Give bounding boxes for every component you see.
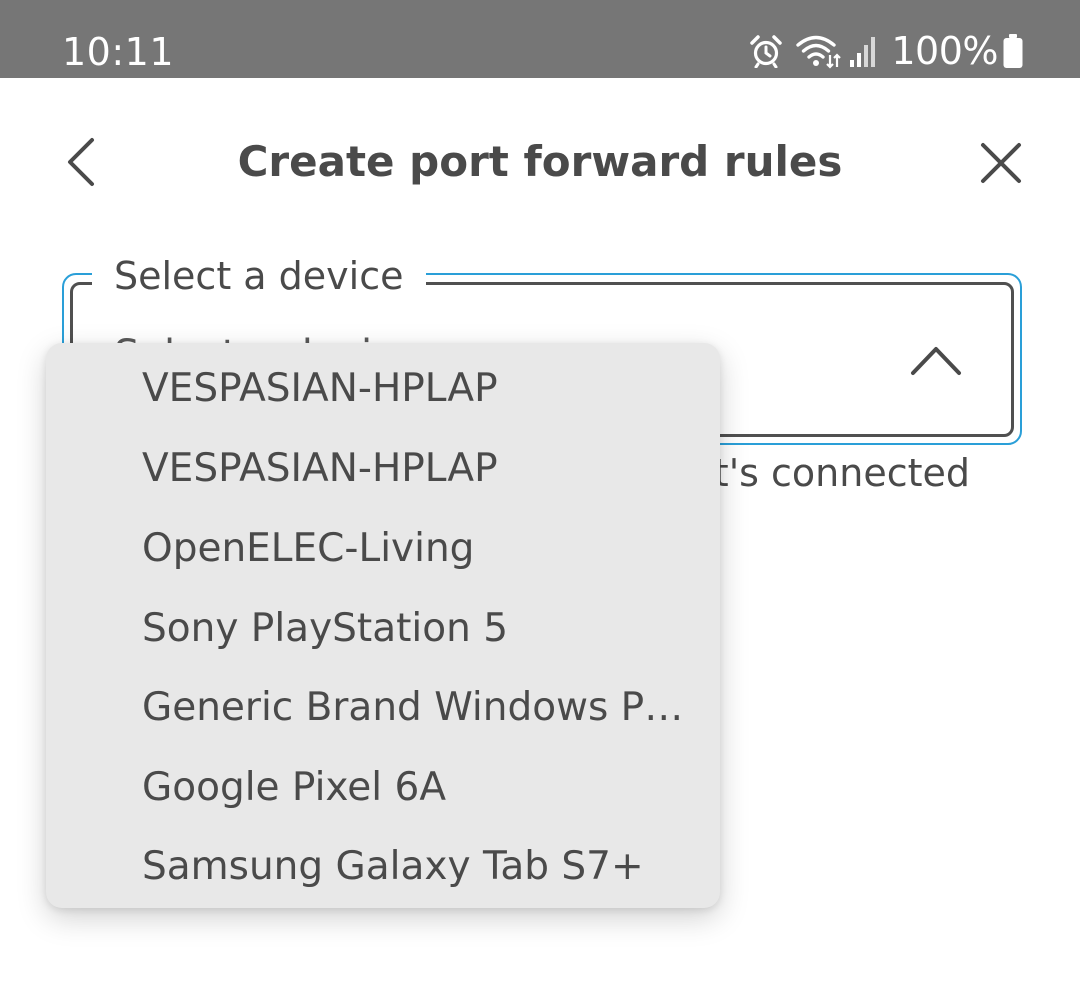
status-bar: 10:11 100%: [0, 0, 1080, 78]
status-icons: 100%: [749, 26, 1024, 76]
device-select-helper-text: t's connected: [713, 451, 970, 495]
device-select-label: Select a device: [92, 252, 426, 300]
signal-icon: [849, 34, 877, 68]
dropdown-option[interactable]: Samsung Galaxy Tab S7+: [46, 827, 720, 907]
battery-icon: [1002, 33, 1024, 69]
status-time: 10:11: [62, 30, 175, 74]
chevron-up-icon[interactable]: [910, 343, 962, 377]
dropdown-option[interactable]: Google Pixel 6A: [46, 748, 720, 828]
dropdown-option[interactable]: OpenELEC-Living: [46, 509, 720, 589]
close-icon: [981, 143, 1021, 183]
device-dropdown-menu: VESPASIAN-HPLAP VESPASIAN-HPLAP OpenELEC…: [46, 343, 720, 908]
dropdown-option[interactable]: Sony PlayStation 5: [46, 589, 720, 669]
alarm-icon: [749, 34, 783, 68]
dropdown-option[interactable]: Generic Brand Windows PC/...: [46, 668, 720, 748]
close-button[interactable]: [972, 134, 1030, 192]
wifi-icon: [795, 33, 842, 69]
page-title: Create port forward rules: [237, 137, 843, 186]
dropdown-option[interactable]: VESPASIAN-HPLAP: [46, 429, 720, 509]
dropdown-option[interactable]: VESPASIAN-HPLAP: [46, 349, 720, 429]
battery-percent: 100%: [891, 29, 998, 73]
